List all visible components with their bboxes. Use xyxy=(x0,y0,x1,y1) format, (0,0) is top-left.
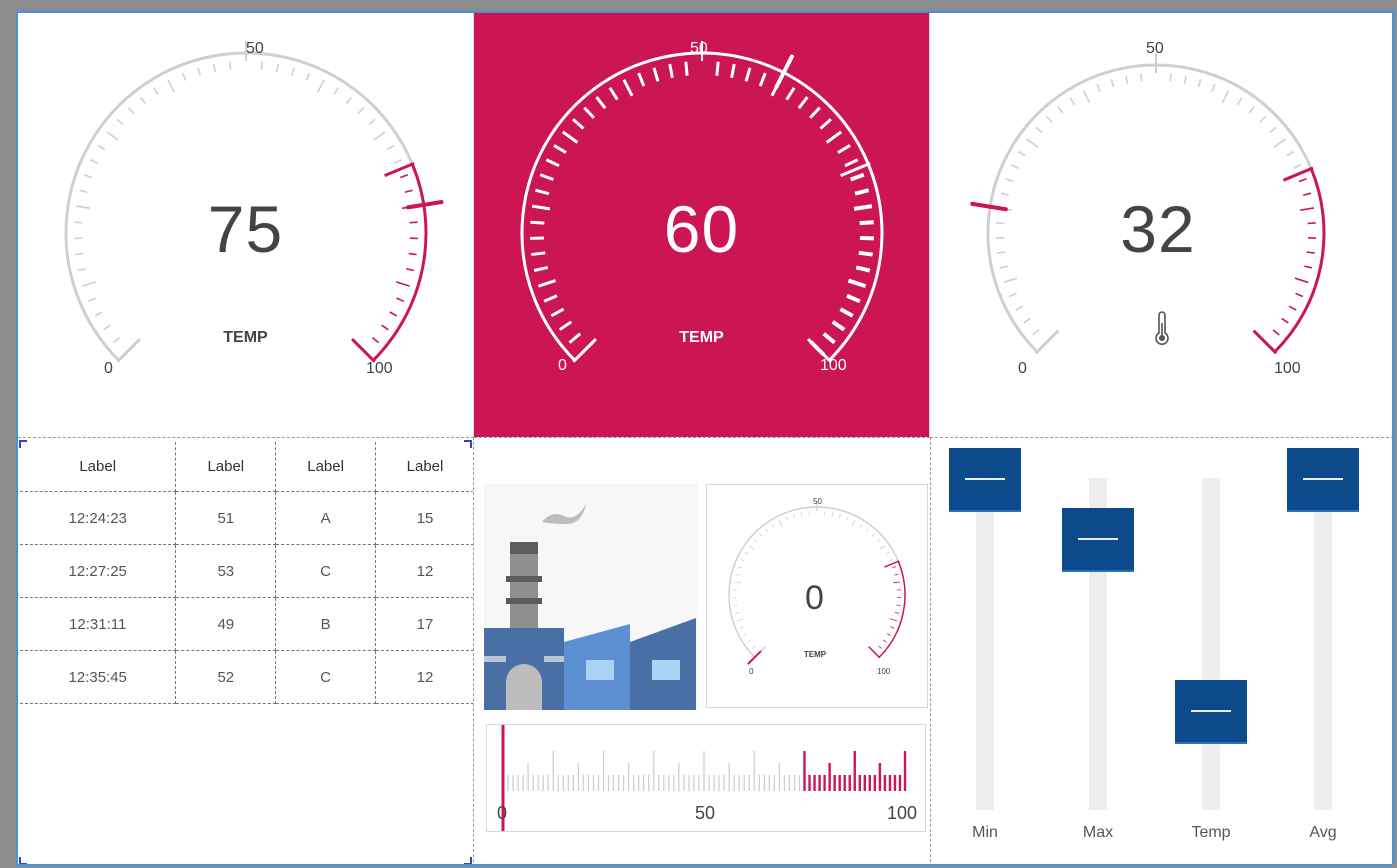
gauge-2-label: TEMP xyxy=(679,329,724,346)
table-header-cell[interactable]: Label xyxy=(175,442,277,492)
table-header-cell[interactable]: Label xyxy=(374,442,473,492)
table-cell: 53 xyxy=(175,544,277,598)
table-row[interactable]: 12:31:11 49 B 17 xyxy=(20,597,473,651)
gauge-2-mid-label: 50 xyxy=(690,40,708,57)
slider-thumb-avg[interactable] xyxy=(1287,448,1359,512)
data-table-panel: Label Label Label Label 12:24:23 51 A 15… xyxy=(18,437,474,864)
table-header-row: Label Label Label Label xyxy=(20,442,473,492)
linear-gauge-mid-label: 50 xyxy=(695,803,716,823)
slider-track-avg[interactable] xyxy=(1314,478,1332,810)
selection-corner-handle[interactable] xyxy=(464,440,472,448)
slider-thumb-max[interactable] xyxy=(1062,507,1134,572)
table-cell: 12 xyxy=(374,650,473,704)
table-cell: C xyxy=(275,544,376,598)
selection-corner-handle[interactable] xyxy=(19,857,27,864)
gauge-2-value: 60 xyxy=(663,192,740,266)
selection-corner-handle[interactable] xyxy=(464,857,472,864)
slider-label-max: Max xyxy=(1082,824,1114,841)
gauge-1-label: TEMP xyxy=(223,329,268,346)
table-row[interactable]: 12:24:23 51 A 15 xyxy=(20,491,473,545)
table-cell: 12:24:23 xyxy=(20,491,177,545)
table-cell: 12:35:45 xyxy=(20,650,177,704)
slider-label-temp: Temp xyxy=(1191,824,1231,841)
table-cell: C xyxy=(275,650,376,704)
gauge-3-max-label: 100 xyxy=(1274,360,1301,377)
mini-gauge: 50 0 TEMP 0 100 xyxy=(706,484,928,708)
table-row[interactable]: 12:35:45 52 C 12 xyxy=(20,650,473,704)
gauge-1-mid-label: 50 xyxy=(246,40,264,57)
gauge-1-min-label: 0 xyxy=(104,360,113,377)
mini-gauge-mid-label: 50 xyxy=(813,497,822,506)
slider-label-min: Min xyxy=(972,824,998,841)
gauge-panel-2: 50 60 TEMP 0 100 xyxy=(474,13,930,437)
table-cell: 49 xyxy=(175,597,277,651)
table-cell: 52 xyxy=(175,650,277,704)
table-cell: 12:31:11 xyxy=(20,597,177,651)
mini-gauge-min-label: 0 xyxy=(749,667,754,676)
linear-gauge-min-label: 0 xyxy=(497,803,508,823)
gauge-2-min-label: 0 xyxy=(558,357,567,374)
table-header-cell[interactable]: Label xyxy=(275,442,376,492)
data-table: Label Label Label Label 12:24:23 51 A 15… xyxy=(20,442,473,704)
slider-thumb-temp[interactable] xyxy=(1175,680,1247,745)
slider-track-min[interactable] xyxy=(976,478,994,810)
table-cell: 12:27:25 xyxy=(20,544,177,598)
table-header-cell[interactable]: Label xyxy=(20,442,177,492)
table-cell: 12 xyxy=(374,544,473,598)
gauge-1-max-label: 100 xyxy=(366,360,393,377)
slider-label-avg: Avg xyxy=(1309,824,1337,841)
gauge-2-max-label: 100 xyxy=(820,357,847,374)
gauge-3-min-label: 0 xyxy=(1018,360,1027,377)
table-cell: 15 xyxy=(374,491,473,545)
slider-track-temp[interactable] xyxy=(1202,478,1220,810)
table-cell: 51 xyxy=(175,491,277,545)
factory-illustration xyxy=(484,484,698,710)
linear-gauge: 0 50 100 xyxy=(486,724,926,832)
slider-thumb-min[interactable] xyxy=(949,448,1021,512)
mini-gauge-max-label: 100 xyxy=(877,667,891,676)
process-panel: 50 0 TEMP 0 100 0 50 100 xyxy=(474,437,930,864)
dashboard: 50 75 TEMP 0 100 50 60 TEMP 0 100 50 32 … xyxy=(16,11,1394,866)
thermometer-icon xyxy=(1155,311,1169,345)
gauge-panel-1: 50 75 TEMP 0 100 xyxy=(18,13,474,437)
selection-corner-handle[interactable] xyxy=(19,440,27,448)
gauge-3-value: 32 xyxy=(1120,192,1196,266)
table-cell: A xyxy=(275,491,376,545)
gauge-panel-3: 50 32 0 100 xyxy=(930,13,1392,437)
linear-gauge-max-label: 100 xyxy=(887,803,918,823)
gauge-3-mid-label: 50 xyxy=(1146,40,1164,57)
table-cell: B xyxy=(275,597,376,651)
sliders-panel: Min Max Temp Avg xyxy=(930,437,1392,864)
table-row[interactable]: 12:27:25 53 C 12 xyxy=(20,544,473,598)
gauge-1-value: 75 xyxy=(207,192,284,266)
mini-gauge-label: TEMP xyxy=(803,650,827,659)
mini-gauge-value: 0 xyxy=(805,579,825,617)
table-cell: 17 xyxy=(374,597,473,651)
